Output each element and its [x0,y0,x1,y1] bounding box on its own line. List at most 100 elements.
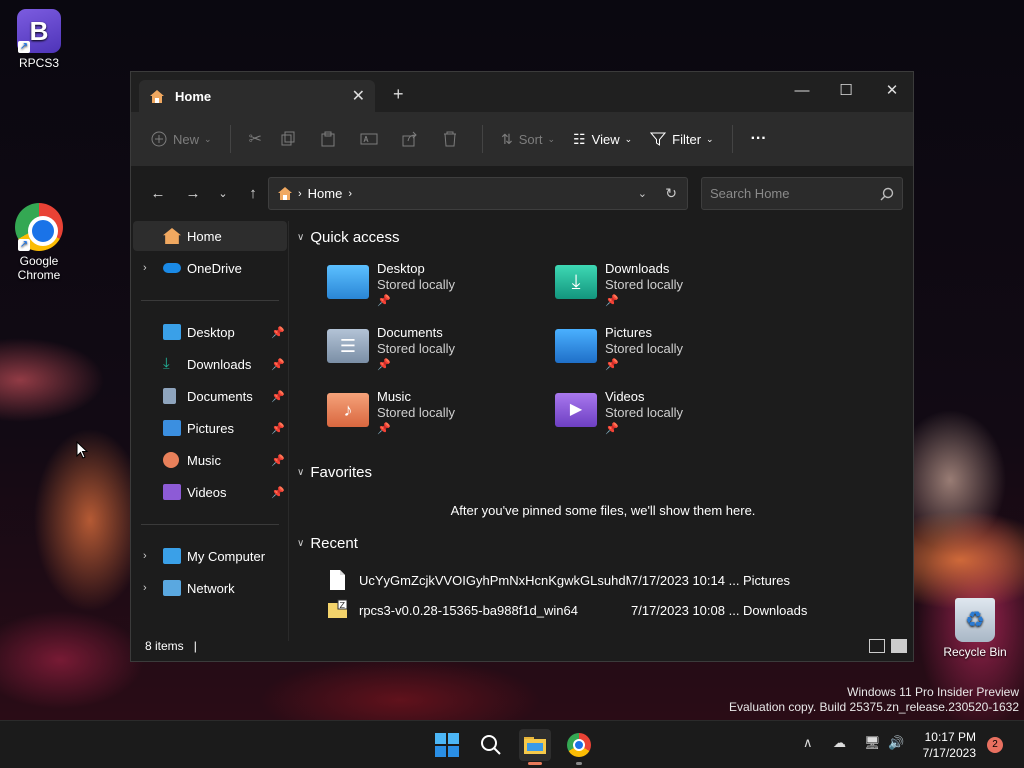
quick-access-item-desktop[interactable]: Desktop Stored locally 📌 [291,261,491,311]
delete-button[interactable] [442,131,464,147]
recent-locations-button[interactable]: ⌄ [208,187,238,200]
notification-badge[interactable]: 2 [987,737,1003,753]
navigation-pane: Home › OneDrive Desktop 📌 ⤓ Downloads 📌 … [131,221,289,641]
favorites-header[interactable]: ∨ Favorites [297,464,372,481]
documents-folder-icon: ☰ [327,329,369,363]
item-status: Stored locally [605,405,684,420]
quick-access-item-videos[interactable]: ▶ Videos Stored locally 📌 [519,389,719,439]
desktop-icon-recycle-bin[interactable]: ♻ Recycle Bin [940,598,1010,659]
recent-file-date: 7/17/2023 10:08 ... [631,602,740,618]
desktop-icon-chrome[interactable]: ↗ Google Chrome [4,203,74,282]
refresh-icon[interactable]: ↻ [665,185,677,202]
title-bar[interactable]: Home ✕ + — ☐ ✕ [131,72,913,112]
pin-icon: 📌 [271,454,285,467]
close-window-button[interactable]: ✕ [869,76,915,104]
toolbar-separator [229,125,231,153]
sidebar-item-label: Videos [187,484,227,500]
minimize-button[interactable]: — [779,76,825,104]
search-box[interactable]: Search Home [701,177,903,210]
sort-label: Sort [518,131,543,147]
active-indicator [528,762,542,765]
view-button[interactable]: ☷ View ⌄ [573,131,632,148]
quick-access-item-pictures[interactable]: Pictures Stored locally 📌 [519,325,719,375]
copy-button[interactable] [280,131,302,147]
filter-button[interactable]: Filter ⌄ [650,131,714,147]
search-button[interactable] [475,729,507,761]
shortcut-arrow-icon: ↗ [18,41,30,53]
sidebar-item-downloads[interactable]: ⤓ Downloads 📌 [133,349,287,379]
chevron-right-icon[interactable]: › [143,262,147,274]
home-icon [278,187,292,200]
large-icons-view-icon[interactable] [891,639,907,653]
up-button[interactable]: ↑ [238,185,268,202]
sidebar-item-label: Desktop [187,324,235,340]
show-hidden-icons-button[interactable]: ∧ [803,735,813,751]
desktop-icon-rpcs3[interactable]: B ↗ RPCS3 [4,9,74,70]
sort-button[interactable]: ⇅ Sort ⌄ [501,131,555,148]
chrome-icon [567,733,591,757]
sidebar-item-my-computer[interactable]: › My Computer [133,541,287,571]
share-button[interactable] [402,131,424,147]
section-title: Recent [310,535,358,552]
shortcut-arrow-icon: ↗ [18,239,30,251]
cloud-offline-icon[interactable]: ☁ [833,735,846,751]
address-bar[interactable]: › Home › ⌄ ↻ [268,177,688,210]
quick-access-item-downloads[interactable]: ⤓ Downloads Stored locally 📌 [519,261,719,311]
recent-file-name: UcYyGmZcjkVVOIGyhPmNxHcnKgwkGLsuhdMa... [359,572,631,588]
file-explorer-taskbar-button[interactable] [519,729,551,765]
volume-icon[interactable]: 🔊 [888,735,904,751]
sidebar-item-videos[interactable]: Videos 📌 [133,477,287,507]
new-label: New [173,131,200,147]
sidebar-item-onedrive[interactable]: › OneDrive [133,253,287,283]
cut-button[interactable]: ✂ [249,129,262,149]
new-button[interactable]: New ⌄ [151,131,212,147]
pin-icon: 📌 [605,423,619,435]
close-tab-icon[interactable]: ✕ [352,86,365,106]
start-button[interactable] [431,729,463,761]
address-dropdown-icon[interactable]: ⌄ [638,187,647,200]
recent-row[interactable]: Z rpcs3-v0.0.28-15365-ba988f1d_win64 7/1… [327,597,847,623]
copy-icon [281,131,295,146]
sidebar-item-network[interactable]: › Network [133,573,287,603]
sidebar-item-pictures[interactable]: Pictures 📌 [133,413,287,443]
sidebar-item-home[interactable]: Home [133,221,287,251]
pin-icon: 📌 [377,359,391,371]
status-bar: 8 items | [131,631,913,661]
recent-row[interactable]: UcYyGmZcjkVVOIGyhPmNxHcnKgwkGLsuhdMa... … [327,567,847,593]
quick-access-item-music[interactable]: ♪ Music Stored locally 📌 [291,389,491,439]
plus-circle-icon [151,131,167,147]
chevron-right-icon[interactable]: › [143,582,147,594]
see-more-button[interactable]: ··· [751,130,767,148]
sidebar-item-documents[interactable]: Documents 📌 [133,381,287,411]
desktop-folder-icon [327,265,369,299]
download-icon: ⤓ [163,355,170,372]
chevron-right-icon[interactable]: › [143,550,147,562]
home-icon [150,89,164,103]
network-icon [163,580,181,596]
videos-icon [163,484,181,500]
chrome-taskbar-button[interactable] [563,729,595,765]
breadcrumb-home[interactable]: Home [308,186,343,201]
sidebar-item-music[interactable]: Music 📌 [133,445,287,475]
details-view-icon[interactable] [869,639,885,653]
tab-home[interactable]: Home ✕ [139,80,375,112]
explorer-body: Home › OneDrive Desktop 📌 ⤓ Downloads 📌 … [131,221,913,641]
quick-access-item-documents[interactable]: ☰ Documents Stored locally 📌 [291,325,491,375]
quick-access-header[interactable]: ∨ Quick access [297,229,400,246]
rename-icon [360,133,378,145]
paste-button[interactable] [320,131,342,147]
network-icon[interactable]: 🖥 [864,735,881,751]
desktop-folder-icon [163,324,181,340]
pin-icon: 📌 [271,326,285,339]
recent-header[interactable]: ∨ Recent [297,535,358,552]
rename-button[interactable] [360,131,384,147]
recent-file-location: Pictures [743,572,790,588]
sidebar-item-desktop[interactable]: Desktop 📌 [133,317,287,347]
forward-button[interactable]: → [178,185,208,202]
clock[interactable]: 10:17 PM 7/17/2023 [923,729,976,761]
maximize-button[interactable]: ☐ [823,76,869,104]
pin-icon: 📌 [271,422,285,435]
new-tab-button[interactable]: + [393,84,404,105]
item-status: Stored locally [377,405,456,420]
back-button[interactable]: ← [143,185,173,202]
